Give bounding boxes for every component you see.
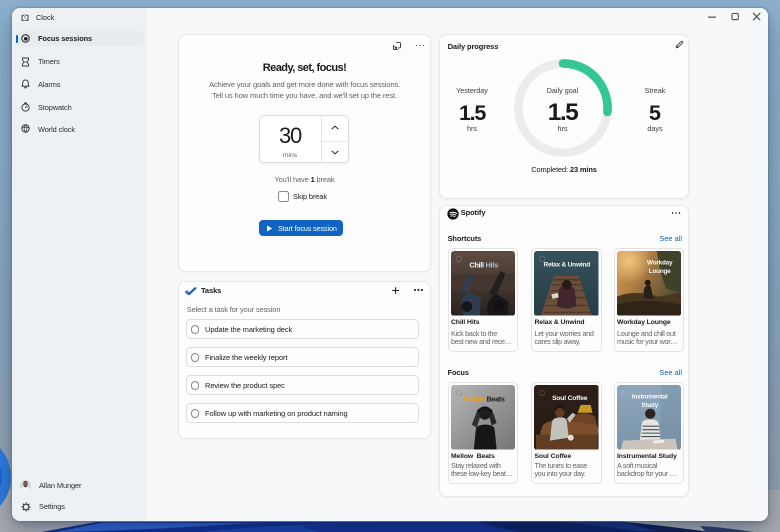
- svg-text:Soul Coffee: Soul Coffee: [552, 395, 588, 402]
- svg-text:Workday: Workday: [647, 259, 673, 266]
- svg-text:Lounge: Lounge: [648, 268, 670, 275]
- svg-text:Study: Study: [641, 402, 658, 409]
- svg-text:Relax & Unwind: Relax & Unwind: [543, 261, 590, 268]
- svg-text:Chill Hits: Chill Hits: [469, 260, 498, 269]
- svg-text:Mellow Beats: Mellow Beats: [462, 395, 504, 403]
- svg-text:Instrumental: Instrumental: [631, 393, 667, 400]
